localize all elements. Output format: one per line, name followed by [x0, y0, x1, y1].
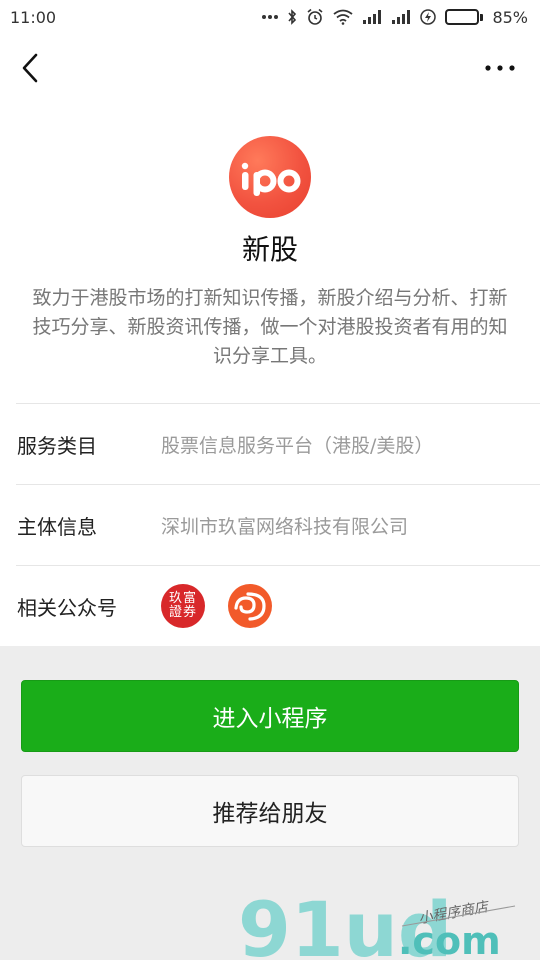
nav-bar: [0, 40, 540, 96]
official-account-jiufu[interactable]: [228, 584, 272, 628]
battery-icon: [445, 9, 484, 25]
info-row-accounts: 相关公众号 玖富證券: [0, 566, 540, 646]
category-label: 服务类目: [17, 433, 97, 458]
app-name: 新股: [241, 233, 298, 266]
more-icon: [485, 65, 515, 71]
info-row-entity: 主体信息 深圳市玖富网络科技有限公司: [0, 485, 540, 565]
wifi-icon: [333, 9, 353, 25]
recommend-to-friend-button[interactable]: 推荐给朋友: [21, 775, 519, 847]
signal-icon: [362, 9, 382, 25]
more-dots-icon: [262, 14, 279, 20]
charging-icon: [420, 9, 437, 25]
status-time: 11:00: [10, 7, 57, 27]
accounts-label: 相关公众号: [17, 595, 117, 620]
watermark-domain: .com: [398, 919, 501, 960]
entity-label: 主体信息: [17, 514, 97, 539]
app-logo: [229, 136, 311, 218]
category-value: 股票信息服务平台（港股/美股）: [161, 434, 434, 457]
more-button[interactable]: [480, 50, 520, 86]
info-row-category: 服务类目 股票信息服务平台（港股/美股）: [0, 404, 540, 484]
official-account-jiufu-securities[interactable]: 玖富證券: [161, 584, 205, 628]
app-description: 致力于港股市场的打新知识传播，新股介绍与分析、打新技巧分享、新股资讯传播，做一个…: [32, 287, 508, 367]
battery-percent: 85%: [492, 7, 528, 27]
signal-icon: [391, 9, 411, 25]
entity-value: 深圳市玖富网络科技有限公司: [161, 515, 409, 538]
back-button[interactable]: [14, 50, 46, 86]
status-icons: 85%: [262, 8, 528, 27]
enter-mini-program-button[interactable]: 进入小程序: [21, 680, 519, 752]
account-avatar-text: 玖富證券: [168, 591, 197, 620]
status-bar: 11:00 85%: [0, 0, 540, 34]
ipo-logo-icon: [241, 162, 301, 196]
watermark-91ud-logo: 91ud .com 小程序商店: [238, 885, 516, 960]
jiufu-logo-icon: [234, 592, 266, 621]
bluetooth-icon: [287, 9, 297, 25]
alarm-icon: [306, 8, 324, 26]
back-chevron-icon: [22, 53, 38, 83]
